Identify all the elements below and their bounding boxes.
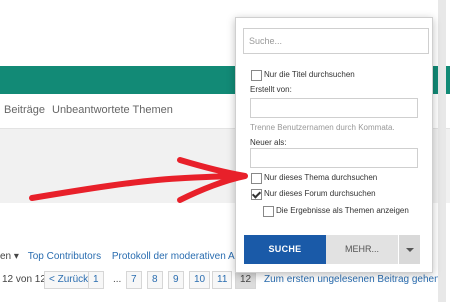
first-unread-link[interactable]: Zum ersten ungelesenen Beitrag gehen: [264, 274, 440, 285]
page-link-1[interactable]: 1: [88, 271, 104, 289]
page-count: 12 von 12: [2, 274, 46, 285]
nav-link-unanswered[interactable]: Unbeantwortete Themen: [52, 104, 173, 116]
created-by-label: Erstellt von:: [250, 85, 292, 94]
chevron-down-icon[interactable]: ▾: [11, 251, 22, 262]
page-link-10[interactable]: 10: [189, 271, 211, 289]
page-link-7[interactable]: 7: [126, 271, 142, 289]
search-input[interactable]: [243, 28, 429, 54]
as-threads-checkbox[interactable]: [263, 206, 274, 217]
this-thread-checkbox[interactable]: [251, 173, 262, 184]
dropdown-lead-text: en: [0, 251, 12, 262]
this-forum-label: Nur dieses Forum durchsuchen: [264, 189, 376, 198]
page-link-9[interactable]: 9: [168, 271, 184, 289]
this-thread-label: Nur dieses Thema durchsuchen: [264, 173, 378, 182]
separate-usernames-hint: Trenne Benutzernamen durch Kommata.: [250, 123, 395, 132]
caret-down-icon: [406, 248, 414, 252]
created-by-field[interactable]: [250, 98, 418, 118]
search-submit-button[interactable]: SUCHE: [244, 235, 326, 264]
page-ellipsis: ...: [113, 274, 122, 285]
page-link-12-current[interactable]: 12: [235, 271, 257, 289]
page-link-8[interactable]: 8: [147, 271, 163, 289]
search-dropdown: Nur die Titel durchsuchen Erstellt von: …: [235, 17, 433, 273]
titles-only-checkbox[interactable]: [251, 70, 262, 81]
nav-link-posts[interactable]: Beiträge: [4, 104, 45, 116]
more-dropdown-button[interactable]: [399, 235, 420, 264]
titles-only-label: Nur die Titel durchsuchen: [264, 70, 355, 79]
this-forum-checkbox[interactable]: [251, 189, 262, 200]
link-top-contributors[interactable]: Top Contributors: [28, 251, 101, 262]
page-scrollbar[interactable]: [438, 0, 446, 302]
newer-than-label: Neuer als:: [250, 138, 287, 147]
newer-than-field[interactable]: [250, 148, 418, 168]
as-threads-label: Die Ergebnisse als Themen anzeigen: [276, 206, 409, 215]
page-link-11[interactable]: 11: [212, 271, 233, 289]
page-back-button[interactable]: < Zurück: [44, 271, 94, 289]
thread-tools-row: en ▾ Top Contributors Protokoll der mode…: [0, 251, 267, 262]
more-options-button[interactable]: MEHR...: [326, 235, 399, 264]
